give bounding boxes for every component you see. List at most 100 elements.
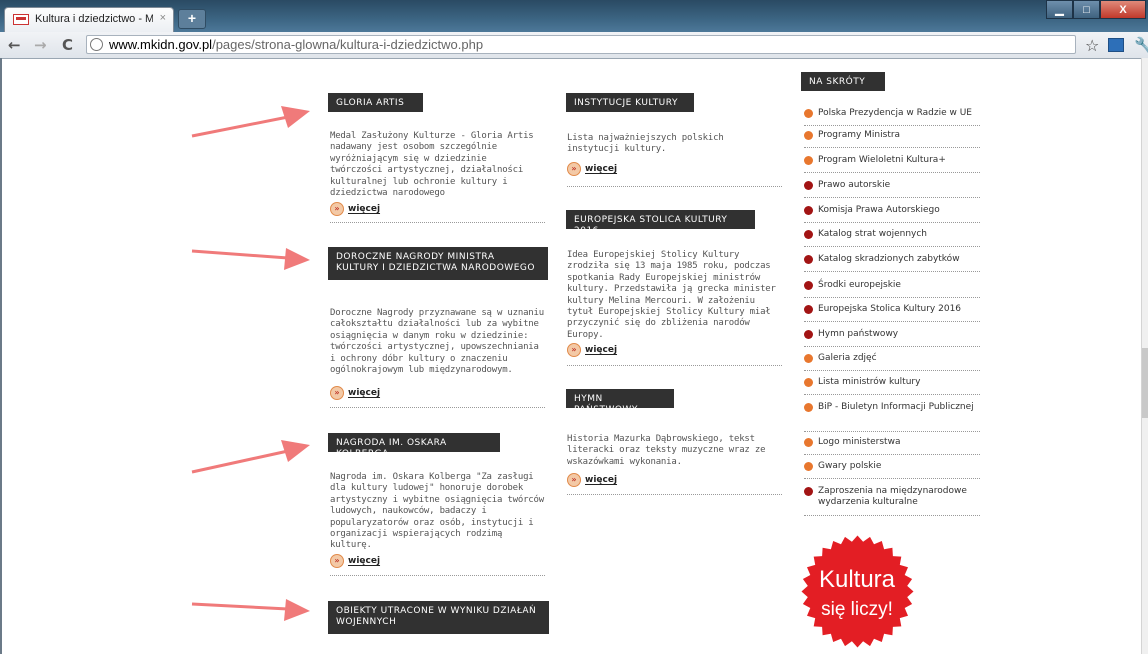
bullet-icon <box>804 438 813 447</box>
sidebar-divider <box>804 297 980 298</box>
scrollbar-thumb[interactable] <box>1142 348 1148 418</box>
extension-icon[interactable] <box>1108 38 1124 52</box>
section-header-instytucje-kultury[interactable]: INSTYTUCJE KULTURY <box>566 93 694 112</box>
bookmark-star-icon[interactable]: ☆ <box>1085 36 1099 55</box>
sidebar-divider <box>804 431 980 432</box>
new-tab-button[interactable]: + <box>178 9 206 29</box>
url-path: /pages/strona-glowna/kultura-i-dziedzict… <box>212 37 484 52</box>
divider <box>567 494 782 495</box>
sidebar-item-label: Programy Ministra <box>818 130 901 140</box>
more-arrow-icon: » <box>567 343 581 357</box>
sidebar-divider <box>804 246 980 247</box>
sidebar-item-label: Program Wieloletni Kultura+ <box>818 155 946 165</box>
sidebar-divider <box>804 394 980 395</box>
maximize-button[interactable]: □ <box>1073 0 1100 19</box>
bullet-icon <box>804 131 813 140</box>
sidebar-divider <box>804 125 980 126</box>
sidebar-item-label: Środki europejskie <box>818 280 901 290</box>
bullet-icon <box>804 403 813 412</box>
section-text-doroczne-nagrody: Doroczne Nagrody przyznawane są w uznani… <box>330 308 544 376</box>
url-text: www.mkidn.gov.pl/pages/strona-glowna/kul… <box>109 37 483 52</box>
more-link-europejska-stolica[interactable]: » więcej <box>567 343 617 357</box>
section-text-instytucje-kultury: Lista najważniejszych polskich instytucj… <box>567 133 724 155</box>
sidebar-item-label: Hymn państwowy <box>818 329 899 339</box>
sidebar-divider <box>804 478 980 479</box>
divider <box>567 186 782 187</box>
reload-button[interactable]: C <box>62 36 73 54</box>
section-header-hymn-panstwowy[interactable]: HYMN PAŃSTWOWY <box>566 389 674 415</box>
annotation-arrow-icon <box>191 599 310 621</box>
bullet-icon <box>804 305 813 314</box>
page-scrollbar[interactable] <box>1141 58 1148 654</box>
bullet-icon <box>804 487 813 496</box>
sidebar-item-label: Prawo autorskie <box>818 180 891 190</box>
sidebar-item-label: BiP - Biuletyn Informacji Publicznej <box>818 402 974 412</box>
window-border <box>0 58 2 654</box>
bullet-icon <box>804 206 813 215</box>
address-bar[interactable]: www.mkidn.gov.pl/pages/strona-glowna/kul… <box>86 35 1076 54</box>
browser-tab[interactable]: Kultura i dziedzictwo - Mini × <box>4 7 174 32</box>
bullet-icon <box>804 109 813 118</box>
section-text-gloria-artis: Medal Zasłużony Kulturze - Gloria Artis … <box>330 131 534 199</box>
more-link-hymn-panstwowy[interactable]: » więcej <box>567 473 617 487</box>
more-arrow-icon: » <box>330 202 344 216</box>
section-header-gloria-artis[interactable]: GLORIA ARTIS <box>328 93 423 112</box>
bullet-icon <box>804 230 813 239</box>
sidebar-item-label: Katalog skradzionych zabytków <box>818 254 960 264</box>
bullet-icon <box>804 255 813 264</box>
sidebar-divider <box>804 454 980 455</box>
bullet-icon <box>804 354 813 363</box>
sidebar-divider <box>804 515 980 516</box>
sidebar-header-na-skroty: NA SKRÓTY <box>801 72 885 91</box>
close-window-button[interactable]: X <box>1100 0 1146 19</box>
annotation-arrow-icon <box>191 248 310 270</box>
more-link-instytucje-kultury[interactable]: » więcej <box>567 162 617 176</box>
more-link-doroczne-nagrody[interactable]: » więcej <box>330 386 380 400</box>
section-header-nagroda-kolberga[interactable]: NAGRODA IM. OSKARA KOLBERGA <box>328 433 500 459</box>
minimize-button[interactable]: ▁ <box>1046 0 1073 19</box>
sidebar-item-label: Europejska Stolica Kultury 2016 <box>818 304 962 314</box>
kultura-sie-liczy-badge[interactable]: Kultura się liczy! <box>801 535 914 648</box>
more-arrow-icon: » <box>330 554 344 568</box>
more-link-gloria-artis[interactable]: » więcej <box>330 202 380 216</box>
wrench-menu-icon[interactable]: 🔧 <box>1134 36 1148 55</box>
section-header-europejska-stolica[interactable]: EUROPEJSKA STOLICA KULTURY 2016 <box>566 210 755 236</box>
forward-button[interactable]: → <box>34 36 47 54</box>
section-text-hymn-panstwowy: Historia Mazurka Dąbrowskiego, tekst lit… <box>567 434 766 467</box>
badge-line2: się liczy! <box>821 599 893 620</box>
section-header-doroczne-nagrody[interactable]: DOROCZNE NAGRODY MINISTRA KULTURY I DZIE… <box>328 247 548 280</box>
sidebar-item-label: Komisja Prawa Autorskiego <box>818 205 940 215</box>
bullet-icon <box>804 462 813 471</box>
sidebar-divider <box>804 147 980 148</box>
sidebar-divider <box>804 321 980 322</box>
divider <box>330 222 545 223</box>
browser-toolbar: ← → C www.mkidn.gov.pl/pages/strona-glow… <box>0 32 1148 59</box>
sidebar-divider <box>804 172 980 173</box>
divider <box>330 407 545 408</box>
sidebar-divider <box>804 222 980 223</box>
window-titlebar: Kultura i dziedzictwo - Mini × + ▁ □ X <box>0 0 1148 32</box>
url-domain: www.mkidn.gov.pl <box>109 37 213 52</box>
more-arrow-icon: » <box>567 473 581 487</box>
section-text-europejska-stolica: Idea Europejskiej Stolicy Kultury zrodzi… <box>567 250 776 340</box>
more-link-nagroda-kolberga[interactable]: » więcej <box>330 554 380 568</box>
sidebar-divider <box>804 197 980 198</box>
badge-line1: Kultura <box>819 566 896 593</box>
sidebar-item-label: Lista ministrów kultury <box>818 377 921 387</box>
bullet-icon <box>804 330 813 339</box>
sidebar-item-label: Gwary polskie <box>818 461 882 471</box>
sidebar-item-label: Katalog strat wojennych <box>818 229 927 239</box>
divider <box>567 365 782 366</box>
back-button[interactable]: ← <box>8 36 21 54</box>
sidebar-item-label: Logo ministerstwa <box>818 437 901 447</box>
more-arrow-icon: » <box>567 162 581 176</box>
annotation-arrow-icon <box>191 106 310 138</box>
more-arrow-icon: » <box>330 386 344 400</box>
page-info-icon[interactable] <box>90 38 103 51</box>
sidebar-divider <box>804 370 980 371</box>
section-header-obiekty-utracone[interactable]: OBIEKTY UTRACONE W WYNIKU DZIAŁAŃ WOJENN… <box>328 601 549 634</box>
bullet-icon <box>804 156 813 165</box>
bullet-icon <box>804 181 813 190</box>
sidebar-divider <box>804 346 980 347</box>
tab-close-icon[interactable]: × <box>160 12 166 24</box>
